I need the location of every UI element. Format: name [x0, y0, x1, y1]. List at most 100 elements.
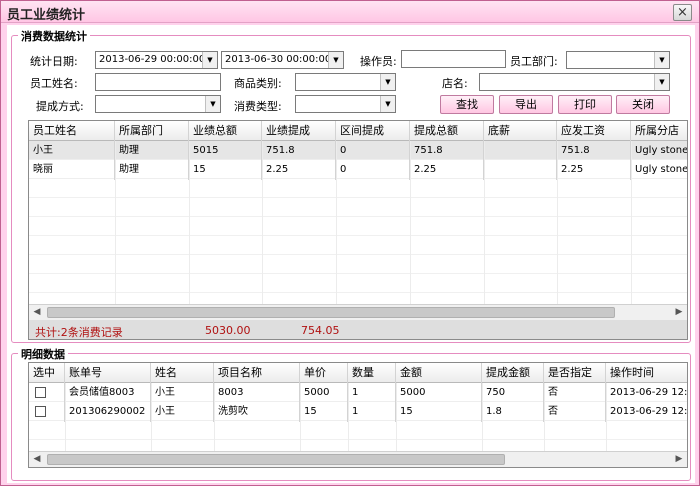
scrollbar-thumb[interactable] [47, 454, 505, 465]
chevron-down-icon[interactable]: ▼ [328, 52, 343, 68]
column-header[interactable]: 所属分店 [631, 121, 687, 141]
table-row[interactable]: 晓丽 助理 15 2.25 0 2.25 2.25 Ugly stone [29, 160, 687, 180]
commission-select[interactable]: ▼ [95, 95, 221, 113]
column-divider [544, 383, 545, 451]
store-select[interactable]: ▼ [479, 73, 670, 91]
arrow-right-icon[interactable]: ▶ [671, 452, 687, 467]
arrow-left-icon[interactable]: ◀ [29, 452, 45, 467]
chevron-down-icon[interactable]: ▼ [202, 52, 217, 68]
row-checkbox[interactable] [35, 405, 46, 417]
table-cell [29, 383, 65, 403]
date-from-value: 2013-06-29 00:00:00 [99, 54, 206, 65]
total-commission: 754.05 [301, 324, 340, 337]
print-button[interactable]: 打印 [558, 95, 612, 114]
column-header[interactable]: 提成金额 [482, 363, 544, 383]
row-checkbox[interactable] [35, 386, 46, 398]
table-cell: 0 [336, 160, 410, 180]
column-divider [348, 383, 349, 451]
column-divider [631, 141, 632, 304]
column-header[interactable]: 单价 [300, 363, 348, 383]
date-to-value: 2013-06-30 00:00:00 [225, 54, 332, 65]
search-button[interactable]: 查找 [440, 95, 494, 114]
window-title: 员工业绩统计 [7, 8, 86, 23]
store-label: 店名: [442, 77, 468, 90]
column-divider [262, 141, 263, 304]
window: 员工业绩统计 × 消费数据统计 统计日期: 2013-06-29 00:00:0… [0, 0, 700, 486]
table-row[interactable]: 会员储值8003 小王 8003 5000 1 5000 750 否 2013-… [29, 383, 687, 403]
staff-summary-table[interactable]: 员工姓名 所属部门 业绩总额 业绩提成 区间提成 提成总额 底薪 应发工资 所属… [28, 120, 688, 340]
table-cell: 否 [544, 383, 606, 403]
chevron-down-icon[interactable]: ▼ [380, 96, 395, 112]
column-divider [115, 141, 116, 304]
table-cell: 15 [189, 160, 262, 180]
column-header[interactable]: 姓名 [151, 363, 214, 383]
column-header[interactable]: 账单号 [65, 363, 151, 383]
horizontal-scrollbar[interactable]: ◀ ▶ [29, 304, 687, 320]
column-divider [484, 141, 485, 304]
date-from-select[interactable]: 2013-06-29 00:00:00 ▼ [95, 51, 218, 69]
table-cell: 小王 [151, 402, 214, 422]
arrow-left-icon[interactable]: ◀ [29, 305, 45, 320]
column-header[interactable]: 员工姓名 [29, 121, 115, 141]
column-header[interactable]: 业绩提成 [262, 121, 336, 141]
category-label: 商品类别: [234, 77, 282, 90]
table-cell: 1.8 [482, 402, 544, 422]
table-cell: Ugly stone [631, 160, 687, 180]
table-cell: 750 [482, 383, 544, 403]
table-cell: 2.25 [557, 160, 631, 180]
table-row[interactable]: 201306290002 小王 洗剪吹 15 1 15 1.8 否 2013-0… [29, 402, 687, 422]
column-divider [65, 383, 66, 451]
table-cell: 晓丽 [29, 160, 115, 180]
total-sales: 5030.00 [205, 324, 251, 337]
content-area: 消费数据统计 统计日期: 2013-06-29 00:00:00 ▼ 2013-… [7, 25, 695, 483]
column-header[interactable]: 数量 [348, 363, 396, 383]
table-cell: 8003 [214, 383, 300, 403]
detail-table[interactable]: 选中 账单号 姓名 项目名称 单价 数量 金额 提成金额 是否指定 操作时间 会… [28, 362, 688, 468]
arrow-right-icon[interactable]: ▶ [671, 305, 687, 320]
close-button[interactable]: 关闭 [616, 95, 670, 114]
column-header[interactable]: 提成总额 [410, 121, 484, 141]
column-divider [482, 383, 483, 451]
table-cell: 5015 [189, 141, 262, 161]
column-header[interactable]: 底薪 [484, 121, 557, 141]
column-header[interactable]: 操作时间 [606, 363, 687, 383]
close-icon[interactable]: × [673, 4, 692, 21]
horizontal-scrollbar[interactable]: ◀ ▶ [29, 451, 687, 467]
chevron-down-icon[interactable]: ▼ [380, 74, 395, 90]
chevron-down-icon[interactable]: ▼ [654, 52, 669, 68]
column-header[interactable]: 选中 [29, 363, 65, 383]
export-button[interactable]: 导出 [499, 95, 553, 114]
chevron-down-icon[interactable]: ▼ [654, 74, 669, 90]
table-cell: 0 [336, 141, 410, 161]
date-label: 统计日期: [30, 55, 78, 68]
column-header[interactable]: 金额 [396, 363, 482, 383]
column-header[interactable]: 是否指定 [544, 363, 606, 383]
column-header[interactable]: 项目名称 [214, 363, 300, 383]
table-cell: 1 [348, 402, 396, 422]
consume-type-label: 消费类型: [234, 100, 282, 113]
column-divider [410, 141, 411, 304]
title-bar[interactable]: 员工业绩统计 × [1, 1, 699, 23]
column-header[interactable]: 业绩总额 [189, 121, 262, 141]
column-header[interactable]: 所属部门 [115, 121, 189, 141]
table-cell: 2.25 [262, 160, 336, 180]
chevron-down-icon[interactable]: ▼ [205, 96, 220, 112]
table-cell: 751.8 [410, 141, 484, 161]
table-cell: 201306290002 [65, 402, 151, 422]
empty-row [29, 217, 687, 236]
column-header[interactable]: 应发工资 [557, 121, 631, 141]
table-row[interactable]: 小王 助理 5015 751.8 0 751.8 751.8 Ugly ston… [29, 141, 687, 161]
table-cell: 2013-06-29 12:3 [606, 402, 687, 422]
table-cell: 小王 [29, 141, 115, 161]
empty-row [29, 198, 687, 217]
consume-type-select[interactable]: ▼ [295, 95, 396, 113]
category-select[interactable]: ▼ [295, 73, 396, 91]
operator-input[interactable] [401, 50, 506, 68]
dept-select[interactable]: ▼ [566, 51, 670, 69]
scrollbar-thumb[interactable] [47, 307, 615, 318]
table-cell: 1 [348, 383, 396, 403]
date-to-select[interactable]: 2013-06-30 00:00:00 ▼ [221, 51, 344, 69]
dept-label: 员工部门: [510, 55, 558, 68]
staff-name-input[interactable] [95, 73, 221, 91]
column-header[interactable]: 区间提成 [336, 121, 410, 141]
